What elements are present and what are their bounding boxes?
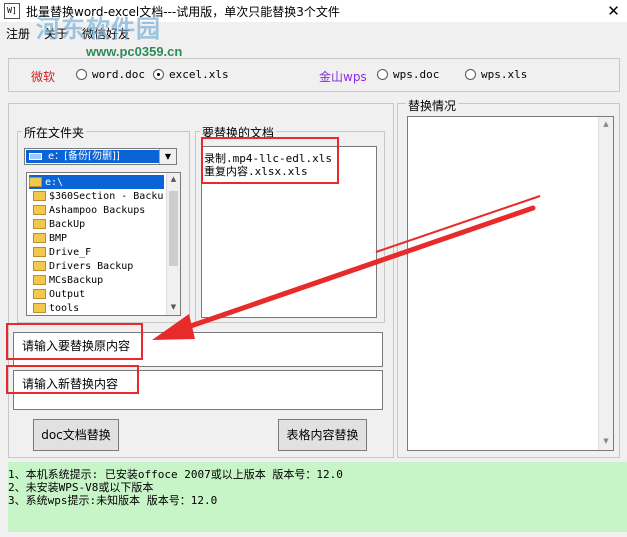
scroll-thumb[interactable] bbox=[169, 191, 178, 266]
folder-label: Output bbox=[49, 288, 86, 300]
folder-icon bbox=[33, 289, 46, 299]
folder-tree[interactable]: e:\ $360Section - Backu Ashampoo Backups… bbox=[26, 172, 181, 316]
scroll-down-icon[interactable]: ▼ bbox=[599, 437, 613, 445]
radio-label: excel.xls bbox=[169, 68, 229, 81]
radio-excel-xls[interactable]: excel.xls bbox=[153, 68, 229, 81]
radio-button-icon[interactable] bbox=[76, 69, 87, 80]
folder-icon bbox=[33, 247, 46, 257]
chevron-down-icon[interactable]: ▼ bbox=[159, 149, 176, 164]
drive-selected: e：[备份[勿删]] bbox=[26, 150, 159, 163]
folder-icon bbox=[33, 219, 46, 229]
folder-item[interactable]: BMP bbox=[33, 231, 67, 245]
radio-label: wps.doc bbox=[393, 68, 440, 81]
radio-label: wps.xls bbox=[481, 68, 528, 81]
folder-item[interactable]: tools bbox=[33, 301, 79, 315]
folder-icon bbox=[33, 205, 46, 215]
microsoft-label: 微软 bbox=[31, 70, 56, 84]
folder-item[interactable]: Output bbox=[33, 287, 85, 301]
close-button[interactable]: ✕ bbox=[600, 0, 627, 22]
wps-label: 金山wps bbox=[319, 70, 367, 84]
radio-button-icon[interactable] bbox=[465, 69, 476, 80]
drive-select[interactable]: e：[备份[勿删]] ▼ bbox=[24, 148, 177, 165]
folder-item[interactable]: Ashampoo Backups bbox=[33, 203, 145, 217]
watermark-url: www.pc0359.cn bbox=[86, 44, 183, 59]
doc-replace-button[interactable]: doc文档替换 bbox=[33, 419, 119, 451]
folder-label: MCsBackup bbox=[49, 274, 104, 286]
folder-label: $360Section - Backu bbox=[49, 190, 164, 202]
folder-icon bbox=[33, 233, 46, 243]
radio-wps-doc[interactable]: wps.doc bbox=[377, 68, 439, 81]
folder-icon bbox=[33, 275, 46, 285]
radio-button-icon[interactable] bbox=[377, 69, 388, 80]
status-area: 1、本机系统提示: 已安装offoce 2007或以上版本 版本号：12.0 2… bbox=[8, 462, 627, 532]
status-line: 3、系统wps提示:未知版本 版本号：12.0 bbox=[8, 494, 218, 507]
folder-label: tools bbox=[49, 302, 80, 314]
folder-item[interactable]: Drivers Backup bbox=[33, 259, 133, 273]
menu-register[interactable]: 注册 bbox=[6, 25, 30, 42]
app-icon: W] bbox=[4, 3, 20, 19]
drive-icon bbox=[29, 153, 42, 160]
folder-root-item[interactable]: e:\ bbox=[29, 175, 164, 189]
target-files-list[interactable]: 录制.mp4-llc-edl.xls 重复内容.xlsx.xls bbox=[201, 146, 377, 318]
folder-label: e:\ bbox=[45, 176, 64, 188]
folder-label: BMP bbox=[49, 232, 68, 244]
original-content-input[interactable]: 请输入要替换原内容 bbox=[13, 332, 383, 367]
radio-button-checked-icon[interactable] bbox=[153, 69, 164, 80]
original-content-placeholder: 请输入要替换原内容 bbox=[22, 339, 131, 353]
folder-item[interactable]: $360Section - Backu bbox=[33, 189, 163, 203]
target-file-item[interactable]: 重复内容.xlsx.xls bbox=[204, 163, 308, 179]
folder-icon bbox=[33, 261, 46, 271]
target-files-label: 要替换的文档 bbox=[200, 124, 277, 141]
folder-item[interactable]: MCsBackup bbox=[33, 273, 103, 287]
new-content-placeholder: 请输入新替换内容 bbox=[22, 377, 119, 391]
folder-item[interactable]: BackUp bbox=[33, 217, 85, 231]
file-type-options: 微软 word.doc excel.xls 金山wps wps.doc wps.… bbox=[8, 58, 620, 92]
open-folder-icon bbox=[29, 177, 42, 187]
result-group-label: 替换情况 bbox=[406, 97, 459, 114]
result-scrollbar[interactable]: ▲ ▼ bbox=[598, 117, 613, 450]
radio-word-doc[interactable]: word.doc bbox=[76, 68, 145, 81]
table-replace-button[interactable]: 表格内容替换 bbox=[278, 419, 367, 451]
radio-label: word.doc bbox=[92, 68, 145, 81]
scroll-up-icon[interactable]: ▲ bbox=[599, 120, 613, 128]
folder-item[interactable]: Drive_F bbox=[33, 245, 91, 259]
folder-icon bbox=[33, 303, 46, 313]
new-content-input[interactable]: 请输入新替换内容 bbox=[13, 370, 383, 410]
watermark-logo: 河东软件园 bbox=[36, 14, 161, 43]
folder-scrollbar[interactable]: ▲ ▼ bbox=[166, 173, 180, 315]
folder-icon bbox=[33, 191, 46, 201]
folder-label: Drive_F bbox=[49, 246, 92, 258]
close-icon: ✕ bbox=[607, 2, 620, 20]
radio-wps-xls[interactable]: wps.xls bbox=[465, 68, 527, 81]
result-textarea[interactable]: ▲ ▼ bbox=[407, 116, 614, 451]
folder-label: Ashampoo Backups bbox=[49, 204, 146, 216]
folder-label: BackUp bbox=[49, 218, 86, 230]
folder-group-label: 所在文件夹 bbox=[22, 124, 87, 141]
drive-label: e：[备份[勿删]] bbox=[48, 151, 120, 162]
scroll-up-icon[interactable]: ▲ bbox=[167, 175, 180, 183]
scroll-down-icon[interactable]: ▼ bbox=[167, 303, 180, 311]
folder-label: Drivers Backup bbox=[49, 260, 134, 272]
